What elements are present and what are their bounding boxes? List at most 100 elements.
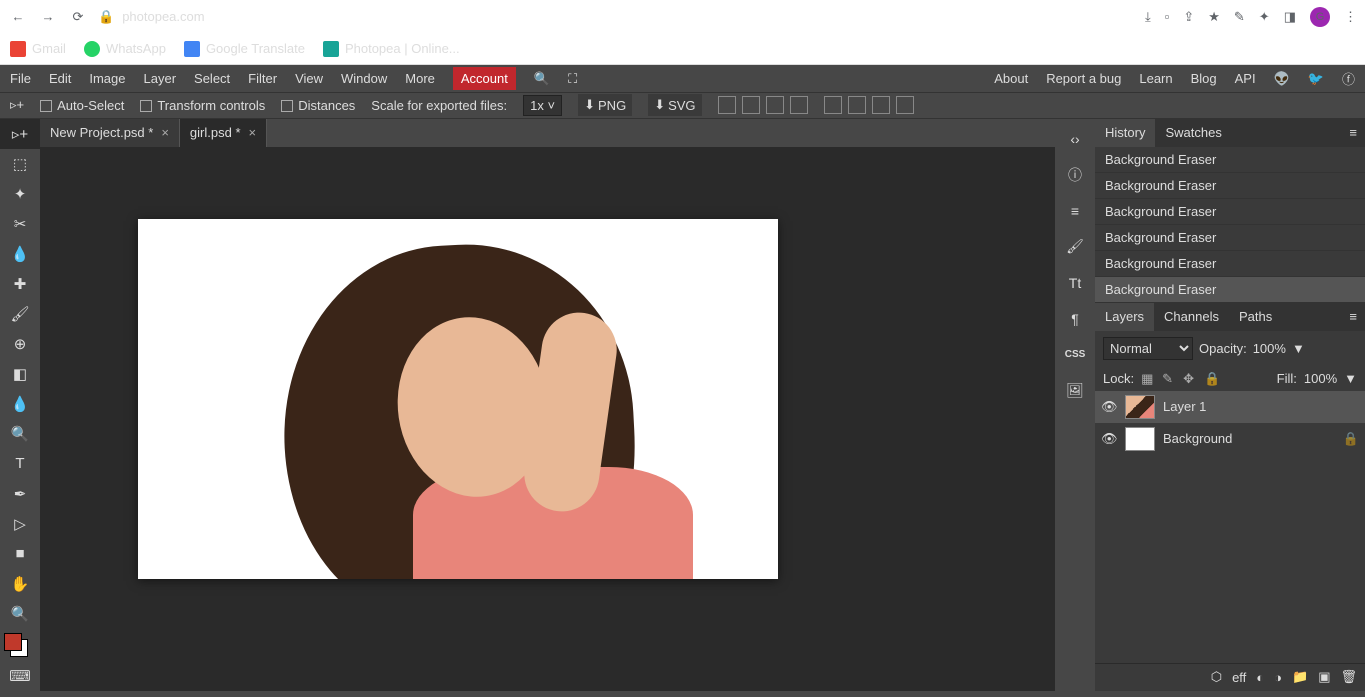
back-button[interactable]: ← bbox=[8, 7, 28, 27]
link-about[interactable]: About bbox=[994, 71, 1028, 86]
menu-view[interactable]: View bbox=[295, 71, 323, 86]
panel-menu-icon[interactable]: ≡ bbox=[1341, 309, 1365, 324]
crop-tool[interactable]: ✂ bbox=[0, 209, 40, 239]
lock-paint-icon[interactable]: ✎ bbox=[1162, 371, 1176, 385]
history-item[interactable]: Background Eraser bbox=[1095, 251, 1365, 277]
fullscreen-icon[interactable]: ⛶ bbox=[568, 71, 577, 87]
search-icon[interactable]: 🔍 bbox=[534, 71, 550, 87]
fx-button[interactable]: eff bbox=[1232, 670, 1246, 685]
sidepanel-icon[interactable]: ◨ bbox=[1284, 9, 1296, 25]
canvas-viewport[interactable] bbox=[40, 147, 1055, 691]
move-tool[interactable]: ▹+ bbox=[0, 119, 40, 149]
adjustment-icon[interactable]: ◑ bbox=[1274, 670, 1282, 685]
css-panel-icon[interactable]: CSS bbox=[1061, 341, 1089, 369]
character-panel-icon[interactable]: Tt bbox=[1061, 269, 1089, 297]
menu-dots-icon[interactable]: ⋮ bbox=[1344, 9, 1357, 25]
heal-tool[interactable]: ✚ bbox=[0, 269, 40, 299]
type-tool[interactable]: T bbox=[0, 449, 40, 479]
close-icon[interactable]: × bbox=[249, 125, 257, 140]
zoom-tool[interactable]: 🔍 bbox=[0, 599, 40, 629]
history-item[interactable]: Background Eraser bbox=[1095, 173, 1365, 199]
hand-tool[interactable]: ✋ bbox=[0, 569, 40, 599]
shape-tool[interactable]: ■ bbox=[0, 539, 40, 569]
dodge-tool[interactable]: 🔍 bbox=[0, 419, 40, 449]
color-swatch[interactable] bbox=[4, 633, 28, 657]
tab-girl[interactable]: girl.psd *× bbox=[180, 119, 267, 147]
keyboard-icon[interactable]: ⌨ bbox=[0, 661, 40, 691]
menu-more[interactable]: More bbox=[405, 71, 435, 86]
facebook-icon[interactable]: ⓕ bbox=[1342, 69, 1355, 88]
lock-transparent-icon[interactable]: ▦ bbox=[1141, 371, 1155, 385]
new-layer-icon[interactable]: ▣ bbox=[1318, 669, 1330, 685]
link-report[interactable]: Report a bug bbox=[1046, 71, 1121, 86]
distances-checkbox[interactable]: Distances bbox=[281, 98, 355, 113]
wand-tool[interactable]: ✦ bbox=[0, 179, 40, 209]
collapse-icon[interactable]: ‹› bbox=[1061, 125, 1089, 153]
paragraph-panel-icon[interactable]: ¶ bbox=[1061, 305, 1089, 333]
extensions-icon[interactable]: ✦ bbox=[1259, 9, 1270, 25]
transform-checkbox[interactable]: Transform controls bbox=[140, 98, 265, 113]
layer-row[interactable]: 👁 Background 🔒 bbox=[1095, 423, 1365, 455]
reddit-icon[interactable]: 👽 bbox=[1274, 71, 1290, 87]
scale-select[interactable]: 1x ˅ bbox=[523, 95, 562, 116]
lock-all-icon[interactable]: 🔒 bbox=[1204, 371, 1218, 385]
layer-row[interactable]: 👁 Layer 1 bbox=[1095, 391, 1365, 423]
info-panel-icon[interactable]: ⓘ bbox=[1061, 161, 1089, 189]
marquee-tool[interactable]: ⬚ bbox=[0, 149, 40, 179]
eraser-tool[interactable]: ◧ bbox=[0, 359, 40, 389]
image-panel-icon[interactable]: 🖼 bbox=[1061, 377, 1089, 405]
dropdown-icon[interactable]: ▼ bbox=[1344, 371, 1357, 386]
layer-thumbnail[interactable] bbox=[1125, 395, 1155, 419]
distribute-3-icon[interactable] bbox=[872, 96, 890, 114]
tab-paths[interactable]: Paths bbox=[1229, 303, 1282, 331]
layer-name[interactable]: Layer 1 bbox=[1163, 399, 1206, 414]
forward-button[interactable]: → bbox=[38, 7, 58, 27]
bookmark-translate[interactable]: Google Translate bbox=[184, 41, 305, 57]
brush-panel-icon[interactable]: 🖌 bbox=[1061, 233, 1089, 261]
link-api[interactable]: API bbox=[1235, 71, 1256, 86]
canvas[interactable] bbox=[138, 219, 778, 579]
install-icon[interactable]: ⤓ bbox=[1145, 9, 1151, 25]
menu-window[interactable]: Window bbox=[341, 71, 387, 86]
bookmark-gmail[interactable]: Gmail bbox=[10, 41, 66, 57]
address-bar[interactable]: 🔒 photopea.com bbox=[98, 9, 1135, 25]
twitter-icon[interactable]: 🐦 bbox=[1308, 71, 1324, 87]
history-item[interactable]: Background Eraser bbox=[1095, 147, 1365, 173]
distribute-2-icon[interactable] bbox=[848, 96, 866, 114]
tab-layers[interactable]: Layers bbox=[1095, 303, 1154, 331]
menu-edit[interactable]: Edit bbox=[49, 71, 71, 86]
tab-new-project[interactable]: New Project.psd *× bbox=[40, 119, 180, 147]
menu-file[interactable]: File bbox=[10, 71, 31, 86]
tab-swatches[interactable]: Swatches bbox=[1155, 119, 1231, 147]
eyedropper-icon[interactable]: ✎ bbox=[1234, 9, 1245, 25]
distribute-4-icon[interactable] bbox=[896, 96, 914, 114]
stamp-tool[interactable]: ⊕ bbox=[0, 329, 40, 359]
opacity-value[interactable]: 100% bbox=[1253, 341, 1286, 356]
page-icon[interactable]: ▫ bbox=[1165, 9, 1170, 24]
bookmark-whatsapp[interactable]: WhatsApp bbox=[84, 41, 166, 57]
visibility-icon[interactable]: 👁 bbox=[1101, 431, 1117, 447]
bookmark-photopea[interactable]: Photopea | Online... bbox=[323, 41, 460, 57]
menu-select[interactable]: Select bbox=[194, 71, 230, 86]
align-left-icon[interactable] bbox=[718, 96, 736, 114]
link-blog[interactable]: Blog bbox=[1191, 71, 1217, 86]
close-icon[interactable]: × bbox=[161, 125, 169, 140]
bookmark-star-icon[interactable]: ★ bbox=[1208, 9, 1220, 25]
link-layers-icon[interactable]: ⬡ bbox=[1211, 669, 1222, 685]
lock-position-icon[interactable]: ✥ bbox=[1183, 371, 1197, 385]
auto-select-checkbox[interactable]: Auto-Select bbox=[40, 98, 124, 113]
reload-button[interactable]: ⟳ bbox=[68, 7, 88, 27]
share-icon[interactable]: ⇪ bbox=[1183, 9, 1194, 25]
history-item[interactable]: Background Eraser bbox=[1095, 199, 1365, 225]
mask-icon[interactable]: ◐ bbox=[1256, 670, 1264, 685]
history-item[interactable]: Background Eraser bbox=[1095, 277, 1365, 303]
visibility-icon[interactable]: 👁 bbox=[1101, 399, 1117, 415]
blur-tool[interactable]: 💧 bbox=[0, 389, 40, 419]
account-button[interactable]: Account bbox=[453, 67, 516, 90]
menu-filter[interactable]: Filter bbox=[248, 71, 277, 86]
layer-name[interactable]: Background bbox=[1163, 431, 1232, 446]
distribute-1-icon[interactable] bbox=[824, 96, 842, 114]
export-svg-button[interactable]: ⬇ SVG bbox=[648, 94, 701, 116]
fill-value[interactable]: 100% bbox=[1304, 371, 1337, 386]
export-png-button[interactable]: ⬇ PNG bbox=[578, 94, 632, 116]
